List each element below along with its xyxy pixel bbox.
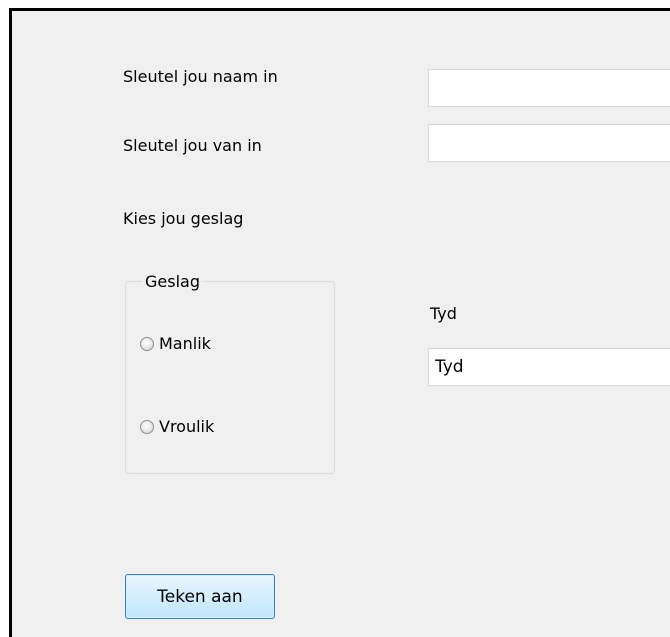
radio-circle-icon[interactable] <box>140 336 154 351</box>
radio-male-label: Manlik <box>159 334 211 353</box>
name-input[interactable] <box>428 69 670 107</box>
radio-female-label: Vroulik <box>159 417 215 436</box>
gender-group-legend: Geslag <box>142 272 203 292</box>
form-window: Sleutel jou naam in Sleutel jou van in K… <box>9 8 670 637</box>
surname-input[interactable] <box>428 124 670 162</box>
gender-groupbox: Geslag Manlik Vroulik <box>125 272 335 474</box>
radio-male[interactable]: Manlik <box>140 334 211 353</box>
sign-in-button[interactable]: Teken aan <box>125 574 275 619</box>
surname-label: Sleutel jou van in <box>123 136 262 155</box>
time-label: Tyd <box>430 304 457 323</box>
name-label: Sleutel jou naam in <box>123 67 278 86</box>
time-input[interactable] <box>428 348 670 386</box>
radio-female[interactable]: Vroulik <box>140 417 214 436</box>
radio-circle-icon[interactable] <box>140 419 154 434</box>
gender-prompt: Kies jou geslag <box>123 209 244 228</box>
